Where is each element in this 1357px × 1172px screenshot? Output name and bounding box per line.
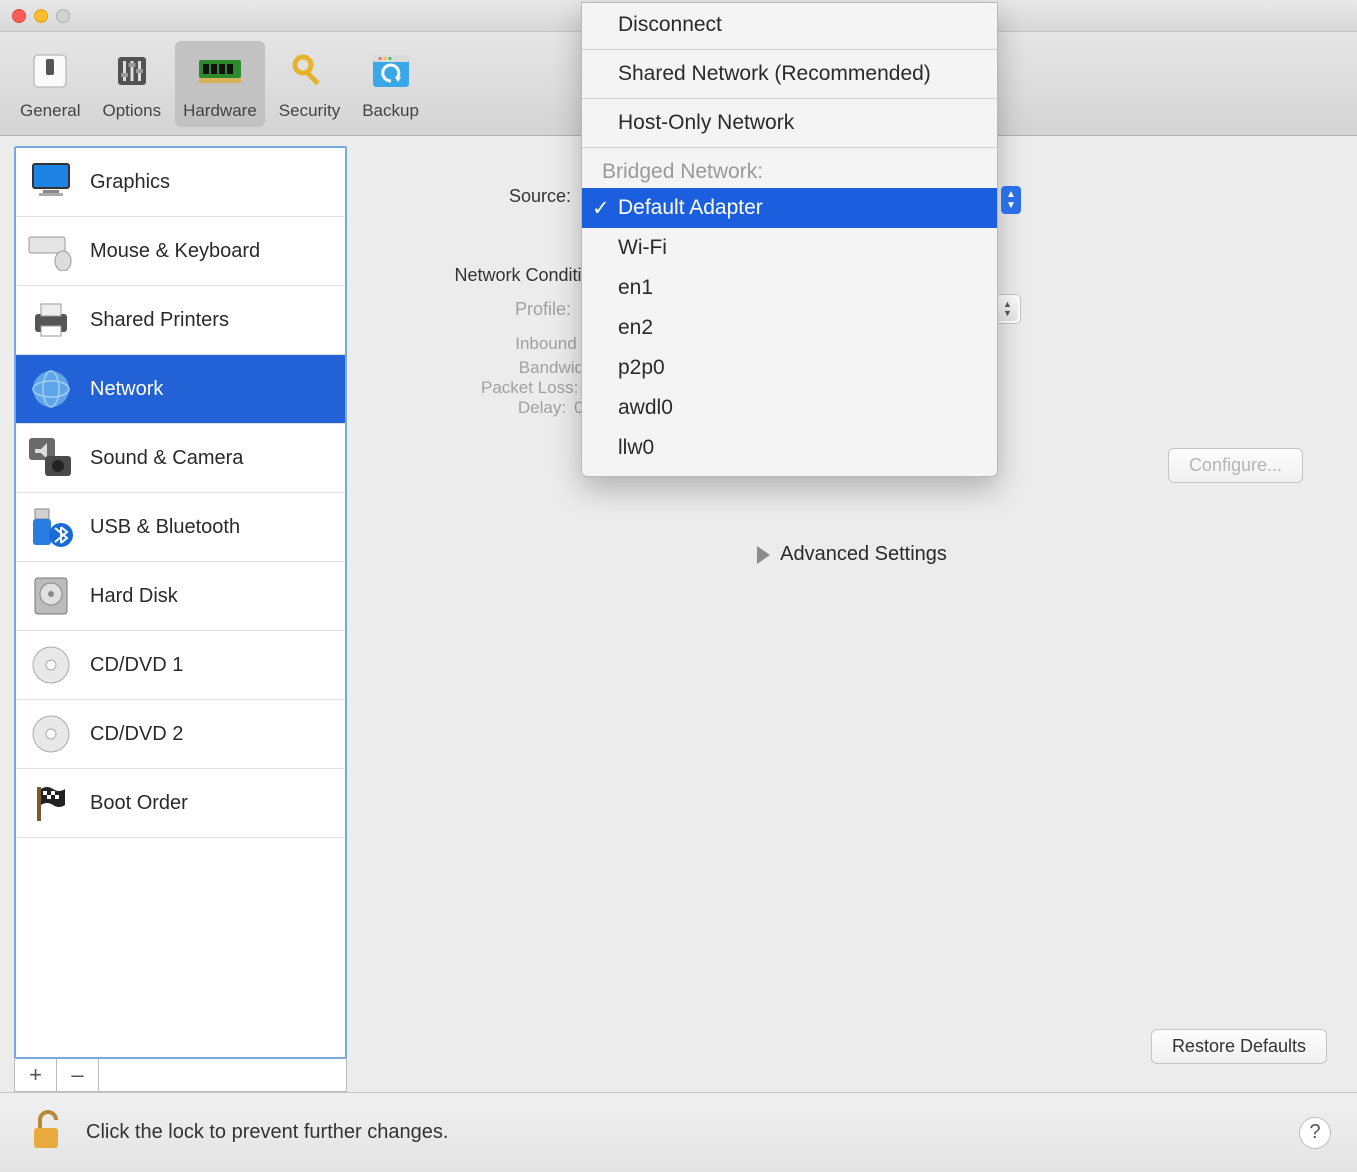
sidebar-boot-order-label: Boot Order: [90, 792, 188, 815]
zoom-button[interactable]: [56, 9, 70, 23]
menu-item-wifi[interactable]: Wi-Fi: [582, 228, 997, 268]
sidebar-cddvd1-label: CD/DVD 1: [90, 654, 183, 677]
select-arrows-icon: ▲▼: [996, 297, 1018, 321]
hdd-icon: [26, 574, 76, 618]
tab-general[interactable]: General: [12, 41, 88, 127]
tab-options[interactable]: Options: [94, 41, 169, 127]
backup-icon: [367, 47, 415, 95]
advanced-settings-label: Advanced Settings: [780, 543, 947, 566]
close-button[interactable]: [12, 9, 26, 23]
delay-label: Delay:: [518, 398, 566, 417]
menu-item-disconnect[interactable]: Disconnect: [582, 5, 997, 45]
menu-head-bridged: Bridged Network:: [582, 152, 997, 188]
globe-icon: [26, 367, 76, 411]
monitor-icon: [26, 160, 76, 204]
menu-item-llw0[interactable]: llw0: [582, 428, 997, 468]
footer-text: Click the lock to prevent further change…: [86, 1121, 448, 1144]
sidebar-sound-camera-label: Sound & Camera: [90, 447, 243, 470]
tab-security-label: Security: [279, 101, 340, 121]
sidebar-item-sound-camera[interactable]: Sound & Camera: [16, 424, 345, 493]
remove-device-button[interactable]: –: [57, 1059, 99, 1091]
help-button[interactable]: ?: [1299, 1117, 1331, 1149]
sidebar-item-boot-order[interactable]: Boot Order: [16, 769, 345, 838]
add-device-button[interactable]: +: [15, 1059, 57, 1091]
restore-defaults-button[interactable]: Restore Defaults: [1151, 1029, 1327, 1064]
source-select-arrows-icon: ▲▼: [1001, 186, 1021, 214]
sidebar-usb-bluetooth-label: USB & Bluetooth: [90, 516, 240, 539]
sidebar-item-printers[interactable]: Shared Printers: [16, 286, 345, 355]
footer: Click the lock to prevent further change…: [0, 1092, 1357, 1172]
sidebar-item-graphics[interactable]: Graphics: [16, 148, 345, 217]
sidebar-network-label: Network: [90, 378, 163, 401]
tab-hardware-label: Hardware: [183, 101, 257, 121]
packetloss-label: Packet Loss:: [481, 378, 578, 397]
sidebar-graphics-label: Graphics: [90, 171, 170, 194]
sidebar-item-network[interactable]: Network: [16, 355, 345, 424]
keyboard-mouse-icon: [26, 229, 76, 273]
sidebar-item-usb-bluetooth[interactable]: USB & Bluetooth: [16, 493, 345, 562]
menu-item-awdl0[interactable]: awdl0: [582, 388, 997, 428]
sidebar-hdd-label: Hard Disk: [90, 585, 178, 608]
switch-icon: [26, 47, 74, 95]
sidebar-item-cddvd1[interactable]: CD/DVD 1: [16, 631, 345, 700]
tab-backup[interactable]: Backup: [354, 41, 427, 127]
hardware-sidebar: Graphics Mouse & Keyboard Shared Printer…: [14, 146, 347, 1059]
advanced-settings-toggle[interactable]: Advanced Settings: [361, 543, 1343, 566]
key-icon: [285, 47, 333, 95]
sidebar-item-cddvd2[interactable]: CD/DVD 2: [16, 700, 345, 769]
tab-hardware[interactable]: Hardware: [175, 41, 265, 127]
sliders-icon: [108, 47, 156, 95]
minimize-button[interactable]: [34, 9, 48, 23]
menu-item-p2p0[interactable]: p2p0: [582, 348, 997, 388]
disc-icon: [26, 712, 76, 756]
configure-button[interactable]: Configure...: [1168, 448, 1303, 483]
sidebar-footer: + –: [14, 1059, 347, 1092]
usb-bluetooth-icon: [26, 505, 76, 549]
sidebar-item-mouse-keyboard[interactable]: Mouse & Keyboard: [16, 217, 345, 286]
source-label: Source:: [361, 186, 581, 207]
printer-icon: [26, 298, 76, 342]
menu-item-host-only[interactable]: Host-Only Network: [582, 103, 997, 143]
menu-item-en2[interactable]: en2: [582, 308, 997, 348]
disc-icon: [26, 643, 76, 687]
sidebar-item-hard-disk[interactable]: Hard Disk: [16, 562, 345, 631]
flag-icon: [26, 781, 76, 825]
lock-icon[interactable]: [26, 1108, 66, 1157]
tab-backup-label: Backup: [362, 101, 419, 121]
sound-camera-icon: [26, 436, 76, 480]
tab-options-label: Options: [102, 101, 161, 121]
menu-item-default-adapter[interactable]: Default Adapter: [582, 188, 997, 228]
menu-item-en1[interactable]: en1: [582, 268, 997, 308]
ram-icon: [196, 47, 244, 95]
tab-general-label: General: [20, 101, 80, 121]
tab-security[interactable]: Security: [271, 41, 348, 127]
profile-label: Profile:: [361, 299, 581, 320]
sidebar-printers-label: Shared Printers: [90, 309, 229, 332]
sidebar-cddvd2-label: CD/DVD 2: [90, 723, 183, 746]
menu-item-shared-network[interactable]: Shared Network (Recommended): [582, 54, 997, 94]
source-dropdown-menu: Disconnect Shared Network (Recommended) …: [581, 2, 998, 477]
sidebar-mouse-keyboard-label: Mouse & Keyboard: [90, 240, 260, 263]
triangle-icon: [757, 546, 770, 564]
